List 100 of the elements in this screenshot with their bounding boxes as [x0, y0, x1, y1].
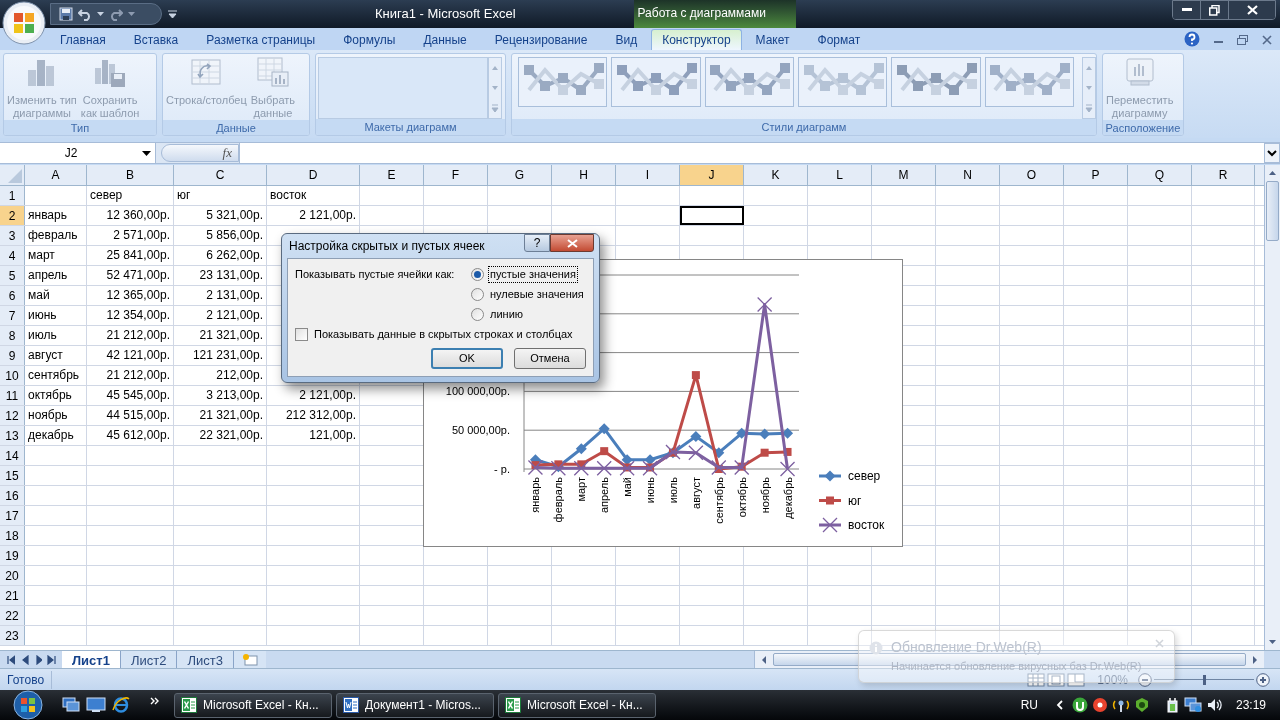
zoom-in-icon[interactable] [1256, 672, 1270, 687]
row-header[interactable]: 4 [0, 246, 25, 265]
desktop-icon[interactable] [86, 697, 106, 713]
row-header[interactable]: 10 [0, 366, 25, 385]
column-header[interactable]: Q [1128, 165, 1192, 185]
row-header[interactable]: 14 [0, 446, 25, 465]
page-break-icon[interactable] [1067, 672, 1086, 687]
slider-thumb[interactable] [1202, 674, 1206, 685]
caret-icon[interactable] [97, 11, 104, 17]
insert-sheet-button[interactable] [233, 651, 266, 668]
row-header[interactable]: 11 [0, 386, 25, 405]
dialog-button[interactable]: Отмена [514, 347, 586, 369]
row-header[interactable]: 13 [0, 426, 25, 445]
vertical-scrollbar[interactable] [1264, 165, 1280, 650]
flower-icon[interactable] [1091, 697, 1108, 713]
row-header[interactable]: 17 [0, 506, 25, 525]
scrollbar-thumb[interactable] [1266, 181, 1279, 241]
column-header[interactable]: A [25, 165, 87, 185]
formula-input[interactable] [239, 143, 1264, 163]
radio-button[interactable] [471, 308, 484, 321]
sheet-nav-icon[interactable] [47, 654, 56, 665]
row-header[interactable]: 12 [0, 406, 25, 425]
close-icon[interactable] [1262, 35, 1272, 45]
column-header[interactable]: C [174, 165, 267, 185]
page-layout-icon[interactable] [1047, 672, 1066, 687]
switch-windows-icon[interactable] [62, 697, 80, 713]
column-header[interactable]: B [87, 165, 174, 185]
ribbon-tab[interactable]: Формулы [329, 29, 410, 50]
row-header[interactable]: 7 [0, 306, 25, 325]
normal-view-icon[interactable] [1027, 672, 1046, 687]
zoom-out-icon[interactable] [1138, 672, 1152, 687]
ribbon-tab[interactable]: Главная [46, 29, 120, 50]
ribbon-tab[interactable]: Формат [803, 29, 875, 50]
language-indicator[interactable]: RU [1020, 696, 1038, 714]
sheet-tab[interactable]: Лист1 [62, 651, 121, 668]
ribbon-tab[interactable]: Рецензирование [480, 29, 602, 50]
sheet-nav-icon[interactable] [6, 654, 15, 665]
undo-icon[interactable] [78, 7, 92, 21]
row-header[interactable]: 2 [0, 206, 25, 225]
zoom-slider[interactable] [1154, 672, 1254, 687]
active-cell[interactable] [680, 206, 744, 225]
minimize-button[interactable] [1173, 1, 1201, 19]
expand-icon[interactable] [1264, 143, 1280, 163]
row-header[interactable]: 9 [0, 346, 25, 365]
option-label[interactable]: нулевые значения [488, 286, 586, 303]
column-header[interactable]: J [680, 165, 744, 185]
column-header[interactable]: K [744, 165, 808, 185]
dialog-button[interactable]: OK [431, 347, 503, 369]
radio-button[interactable] [471, 288, 484, 301]
column-header[interactable]: H [552, 165, 616, 185]
overflow-chevron-icon[interactable] [150, 696, 160, 706]
network-icon[interactable] [1183, 697, 1202, 713]
insert-function-button[interactable]: fx [161, 144, 239, 162]
taskbar-button[interactable]: Microsoft Excel - Кн... [174, 692, 332, 718]
row-header[interactable]: 19 [0, 546, 25, 565]
name-box[interactable]: J2 [0, 143, 156, 163]
option-label[interactable]: линию [488, 306, 526, 323]
column-header[interactable]: G [488, 165, 552, 185]
scroll-right-icon[interactable] [1250, 654, 1260, 665]
clock[interactable]: 23:19 [1235, 696, 1266, 714]
column-header[interactable]: R [1192, 165, 1255, 185]
column-header[interactable]: D [267, 165, 360, 185]
row-header[interactable]: 21 [0, 586, 25, 605]
row-header[interactable]: 5 [0, 266, 25, 285]
taskbar-button[interactable]: Документ1 - Micros... [336, 692, 494, 718]
save-icon[interactable] [59, 7, 73, 21]
option-label[interactable]: пустые значения [488, 266, 578, 283]
column-header[interactable]: F [424, 165, 488, 185]
column-header[interactable]: E [360, 165, 424, 185]
ribbon-tab[interactable]: Разметка страницы [192, 29, 330, 50]
sheet-tab[interactable]: Лист2 [120, 651, 178, 668]
help-icon[interactable] [1184, 31, 1200, 47]
customize-caret-icon[interactable] [168, 9, 177, 19]
column-header[interactable]: M [872, 165, 936, 185]
close-button[interactable] [1229, 1, 1275, 19]
caret-icon[interactable] [128, 11, 135, 17]
close-button[interactable] [550, 234, 594, 252]
help-button[interactable]: ? [524, 234, 550, 252]
radio-button[interactable] [471, 268, 484, 281]
row-header[interactable]: 23 [0, 626, 25, 645]
restore-button[interactable] [1201, 1, 1229, 19]
speaker-icon[interactable] [1205, 697, 1224, 713]
sheet-tab[interactable]: Лист3 [177, 651, 234, 668]
taskbar-button[interactable]: Microsoft Excel - Кн... [498, 692, 656, 718]
row-header[interactable]: 8 [0, 326, 25, 345]
ribbon-tab[interactable]: Вид [601, 29, 652, 50]
ribbon-tab[interactable]: Вставка [119, 29, 193, 50]
show-hidden-icons-icon[interactable] [1055, 700, 1064, 710]
ribbon-tab[interactable]: Конструктор [651, 29, 742, 50]
row-header[interactable]: 6 [0, 286, 25, 305]
torrent-icon[interactable] [1071, 697, 1088, 713]
minimize-icon[interactable] [1214, 41, 1223, 44]
sheet-nav-icon[interactable] [33, 654, 43, 665]
ribbon-tab[interactable]: Макет [741, 29, 804, 50]
row-header[interactable]: 15 [0, 466, 25, 485]
column-header[interactable]: L [808, 165, 872, 185]
ribbon-tab[interactable]: Данные [409, 29, 481, 50]
redo-icon[interactable] [109, 7, 123, 21]
column-header[interactable]: O [1000, 165, 1064, 185]
column-header[interactable]: N [936, 165, 1000, 185]
